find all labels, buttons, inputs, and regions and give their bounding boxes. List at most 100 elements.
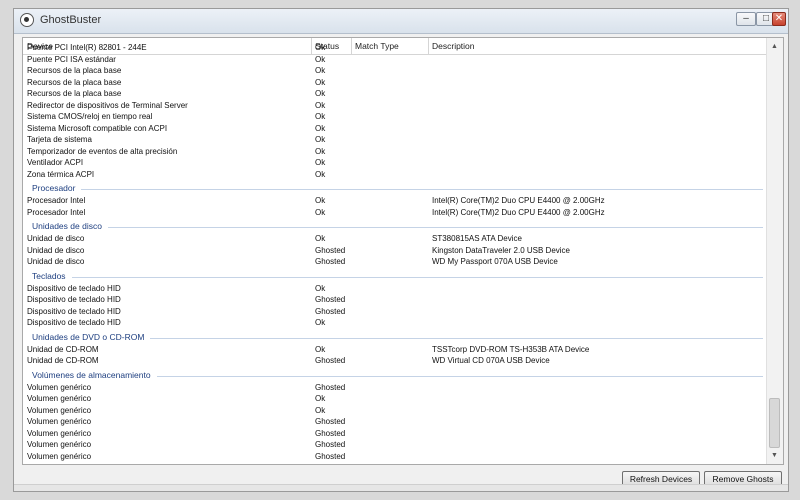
group-divider	[81, 189, 763, 190]
device-cell: Unidad de disco	[27, 234, 85, 243]
device-cell: Procesador Intel	[27, 196, 86, 205]
table-row[interactable]: Sistema CMOS/reloj en tiempo real Ok	[23, 111, 769, 123]
table-row[interactable]: Procesador Intel Ok Intel(R) Core(TM)2 Duo…	[23, 207, 769, 219]
device-cell: Volumen genérico	[27, 405, 92, 415]
status-cell: Ok	[315, 158, 326, 167]
status-cell: Ghosted	[315, 295, 346, 304]
status-cell: Ok	[315, 318, 326, 327]
device-cell: Sistema CMOS/reloj en tiempo real	[27, 112, 153, 121]
description-cell: Kingston DataTraveler 2.0 USB Device	[432, 245, 570, 255]
table-row[interactable]: Volumen genérico Ghosted	[23, 439, 769, 451]
status-bar	[14, 484, 788, 491]
scroll-down-button[interactable]: ▼	[769, 450, 780, 461]
group-divider	[108, 227, 763, 228]
description-cell: TSSTcorp DVD-ROM TS-H353B ATA Device	[432, 344, 590, 354]
status-cell: Ghosted	[315, 382, 346, 392]
table-row[interactable]: Sistema Microsoft compatible con ACPI Ok	[23, 123, 769, 135]
scroll-up-button[interactable]: ▲	[769, 41, 780, 52]
status-cell: Ghosted	[315, 451, 346, 461]
table-row[interactable]: Dispositivo de teclado HID Ghosted	[23, 294, 769, 306]
table-row[interactable]: Volumen genérico Ghosted	[23, 416, 769, 428]
chevron-up-icon: ▲	[771, 43, 778, 50]
status-cell: Ok	[315, 89, 326, 98]
device-cell: Puente PCI ISA estándar	[27, 54, 116, 64]
group-divider	[157, 375, 763, 377]
table-row[interactable]: Recursos de la placa base Ok	[23, 65, 769, 77]
device-cell: Volumen genérico	[27, 451, 92, 461]
window-title: GhostBuster	[40, 14, 102, 26]
status-cell: Ok	[315, 135, 326, 144]
device-cell: Recursos de la placa base	[27, 66, 122, 75]
device-cell: Puente PCI Intel(R) 82801 - 244E	[27, 43, 147, 52]
table-row[interactable]: Volumen genérico Ghosted	[23, 451, 769, 463]
minimize-icon: –	[743, 13, 749, 24]
table-row[interactable]: Ventilador ACPI Ok	[23, 157, 769, 169]
table-row[interactable]: Volumen genérico Ghosted	[23, 382, 769, 394]
status-cell: Ok	[315, 43, 326, 52]
table-row[interactable]: Unidad de CD-ROM Ok TSSTcorp DVD-ROM TS-H3…	[23, 344, 769, 356]
status-cell: Ghosted	[315, 356, 346, 365]
table-row[interactable]: Unidad de CD-ROM Ghosted WD Virtual CD 070…	[23, 355, 769, 367]
description-cell: WD My Passport 070A USB Device	[432, 257, 558, 266]
device-cell: Dispositivo de teclado HID	[27, 283, 121, 293]
group-header: Teclados	[23, 268, 769, 283]
minimize-button[interactable]: –	[736, 12, 756, 26]
table-row[interactable]: Procesador Intel Ok Intel(R) Core(TM)2 Duo…	[23, 195, 769, 207]
close-icon: ✕	[774, 13, 784, 24]
group-label: Procesador	[32, 183, 76, 193]
scroll-thumb[interactable]	[769, 398, 780, 448]
title-bar[interactable]: GhostBuster – □ ✕	[14, 9, 788, 34]
group-header: Volúmenes de almacenamiento	[23, 367, 769, 382]
table-row[interactable]: Puente PCI ISA estándar Ok	[23, 54, 769, 66]
status-cell: Ok	[315, 207, 326, 217]
device-cell: Zona térmica ACPI	[27, 169, 95, 179]
device-cell: Unidad de disco	[27, 257, 85, 266]
table-row[interactable]: Tarjeta de sistema Ok	[23, 134, 769, 146]
status-cell: Ghosted	[315, 306, 346, 316]
table-row[interactable]: Redirector de dispositivos de Terminal S…	[23, 100, 769, 112]
device-cell: Unidad de CD-ROM	[27, 344, 99, 354]
table-row[interactable]: Dispositivo de teclado HID Ok	[23, 317, 769, 329]
table-row[interactable]: Volumen genérico Ghosted	[23, 428, 769, 440]
status-cell: Ok	[315, 123, 326, 133]
status-cell: Ok	[315, 112, 326, 121]
group-divider	[150, 337, 763, 339]
status-cell: Ok	[315, 100, 326, 110]
chevron-down-icon: ▼	[771, 452, 778, 459]
description-cell: Intel(R) Core(TM)2 Duo CPU E4400 @ 2.00G…	[432, 196, 605, 205]
device-cell: Tarjeta de sistema	[27, 135, 92, 144]
status-cell: Ok	[315, 54, 326, 64]
table-row[interactable]: Unidad de disco Ghosted WD My Passport 070…	[23, 256, 769, 268]
vertical-scrollbar[interactable]: ▲ ▼	[766, 38, 783, 464]
status-cell: Ok	[315, 234, 326, 243]
group-header: Unidades de DVD o CD-ROM	[23, 329, 769, 344]
table-row[interactable]: Volumen genérico Ok	[23, 405, 769, 417]
device-cell: Dispositivo de teclado HID	[27, 306, 121, 316]
status-cell: Ok	[315, 196, 326, 205]
table-row[interactable]: Temporizador de eventos de alta precisió…	[23, 146, 769, 158]
table-row[interactable]: Volumen genérico Ok	[23, 393, 769, 405]
device-cell: Temporizador de eventos de alta precisió…	[27, 146, 178, 156]
status-cell: Ghosted	[315, 428, 346, 438]
device-list[interactable]: Device Status Match Type Description Pue…	[22, 37, 784, 465]
device-cell: Ventilador ACPI	[27, 158, 84, 167]
close-button[interactable]: ✕	[772, 12, 786, 26]
status-cell: Ok	[315, 394, 326, 403]
device-cell: Unidad de disco	[27, 245, 85, 255]
table-row[interactable]: Zona térmica ACPI Ok	[23, 169, 769, 181]
description-cell: ST380815AS ATA Device	[432, 234, 522, 243]
app-window: GhostBuster – □ ✕ Device Status Match Ty…	[13, 8, 789, 492]
group-label: Volúmenes de almacenamiento	[32, 369, 151, 380]
device-cell: Volumen genérico	[27, 394, 92, 403]
table-row[interactable]: Recursos de la placa base Ok	[23, 77, 769, 89]
table-row[interactable]: Puente PCI Intel(R) 82801 - 244E Ok	[23, 42, 769, 54]
table-row[interactable]: Unidad de disco Ghosted Kingston DataTrave…	[23, 245, 769, 257]
status-cell: Ok	[315, 283, 326, 293]
status-cell: Ok	[315, 66, 326, 75]
maximize-icon: □	[762, 13, 770, 24]
table-row[interactable]: Dispositivo de teclado HID Ok	[23, 283, 769, 295]
table-row[interactable]: Unidad de disco Ok ST380815AS ATA Device	[23, 233, 769, 245]
table-row[interactable]: Recursos de la placa base Ok	[23, 88, 769, 100]
description-cell: Intel(R) Core(TM)2 Duo CPU E4400 @ 2.00G…	[432, 207, 605, 217]
table-row[interactable]: Dispositivo de teclado HID Ghosted	[23, 306, 769, 318]
